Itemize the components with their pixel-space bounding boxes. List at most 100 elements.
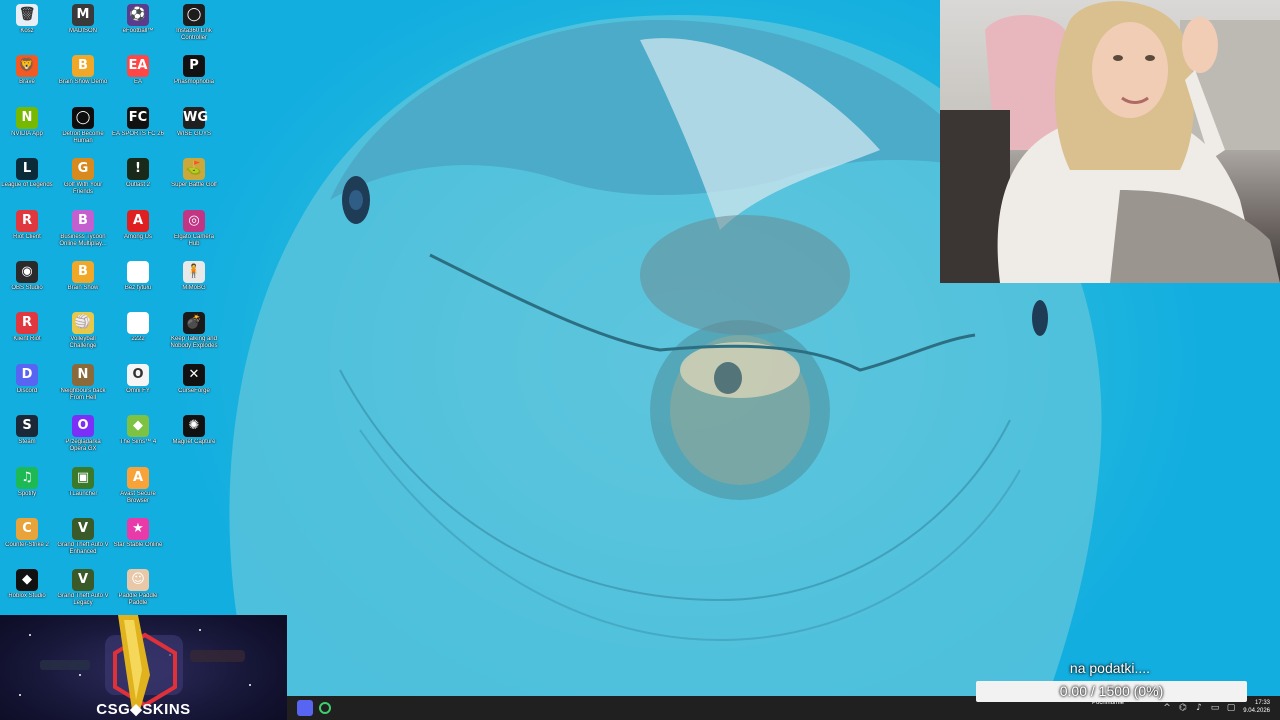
desktop-icon-label: WISE GUYS bbox=[176, 130, 211, 137]
desktop-icon[interactable]: ★ Star Stable Online bbox=[112, 516, 164, 566]
insta360-taskbar-icon[interactable] bbox=[319, 702, 331, 714]
desktop-icon-label: TLauncher bbox=[68, 490, 98, 497]
desktop-icon[interactable]: 💣 Keep Talking and Nobody Explodes bbox=[168, 310, 220, 360]
discord-icon: D bbox=[16, 363, 38, 386]
desktop-icon[interactable]: B Business Tycoon Online Multiplay... bbox=[57, 208, 109, 258]
desktop-icon[interactable]: G Golf With Your Friends bbox=[57, 156, 109, 206]
desktop-icon[interactable]: N Neighbours back From Hell bbox=[57, 362, 109, 412]
clock-date[interactable]: 9.04.2026 bbox=[1243, 708, 1270, 715]
volume-icon[interactable]: ♪ bbox=[1194, 703, 1204, 713]
desktop-icon-label: Detroit Become Human bbox=[62, 130, 104, 144]
desktop-icon[interactable]: ◯ Detroit Become Human bbox=[57, 105, 109, 155]
desktop-icon[interactable]: V Grand Theft Auto V Enhanced bbox=[57, 516, 109, 566]
desktop-icon[interactable]: 2222 bbox=[112, 310, 164, 360]
desktop-icon-label: EA bbox=[133, 79, 142, 86]
desktop-icon[interactable]: 🦁 Brave bbox=[1, 53, 53, 103]
desktop-icon[interactable]: Bez tytułu bbox=[112, 259, 164, 309]
desktop-icon[interactable]: A Among Us bbox=[112, 208, 164, 258]
desktop-icon[interactable]: B Brain Show bbox=[57, 259, 109, 309]
desktop-icon-label: EA SPORTS FC 26 bbox=[112, 130, 164, 137]
desktop-icon-label: Przeglądarka Opera GX bbox=[65, 439, 101, 453]
desktop-icon[interactable]: EA EA bbox=[112, 53, 164, 103]
network-icon[interactable]: ⌬ bbox=[1178, 703, 1188, 713]
desktop-icon[interactable]: N NVIDIA App bbox=[1, 105, 53, 155]
desktop-icon-label: OBS Studio bbox=[11, 285, 43, 291]
neighbours-icon: N bbox=[72, 363, 94, 386]
obs-studio-icon: ◉ bbox=[16, 261, 38, 283]
desktop-icon[interactable]: D Discord bbox=[1, 362, 53, 412]
desktop-icon[interactable]: P Phasmophobia bbox=[168, 53, 220, 103]
desktop-icon[interactable]: ⛳ Super Battle Golf bbox=[168, 156, 220, 206]
desktop-icon[interactable]: V Grand Theft Auto V Legacy bbox=[57, 567, 109, 617]
desktop-icon[interactable]: ◆ The Sims™ 4 bbox=[112, 413, 164, 463]
desktop-icon-label: Bez tytułu bbox=[124, 285, 152, 291]
magnet-capture-icon: ✺ bbox=[183, 415, 205, 438]
desktop-icon-label: Elgato Camera Hub bbox=[173, 233, 215, 247]
desktop-icon[interactable]: ♫ Spotify bbox=[1, 465, 53, 515]
desktop-icon[interactable]: R Riot Client bbox=[1, 208, 53, 258]
gta-v-legacy-icon: V bbox=[72, 569, 94, 592]
desktop-icon-label: Omni FY bbox=[126, 387, 150, 394]
csgoskins-ad-panel: CSG◆SKINS bbox=[0, 615, 287, 720]
csgoskins-logo: CSG◆SKINS bbox=[96, 701, 191, 718]
efootball-icon: ⚽ bbox=[127, 4, 149, 26]
desktop-icon[interactable]: O Omni FY bbox=[112, 362, 164, 412]
madison-icon: M bbox=[72, 4, 94, 26]
desktop-icon-label: Star Stable Online bbox=[113, 542, 163, 548]
ea-fc-icon: FC bbox=[127, 106, 149, 129]
desktop-icon[interactable]: ⚽ eFootball™ bbox=[112, 2, 164, 52]
desktop-icon[interactable]: B Brain Show Demo bbox=[57, 53, 109, 103]
nvidia-icon: N bbox=[16, 106, 38, 129]
desktop-icon[interactable]: ◯ Insta360 Link Controller bbox=[168, 2, 220, 52]
desktop-icon[interactable]: O Przeglądarka Opera GX bbox=[57, 413, 109, 463]
omni-fy-icon: O bbox=[127, 363, 149, 386]
desktop-icon[interactable]: ◎ Elgato Camera Hub bbox=[168, 208, 220, 258]
battery-icon[interactable]: ▭ bbox=[1210, 703, 1220, 713]
desktop-icon-label: Golf With Your Friends bbox=[63, 182, 103, 196]
donation-goal-bar: 0.00 / 1500 (0%) bbox=[976, 681, 1247, 702]
desktop-icon[interactable]: ☺ Paddle Paddle Paddle bbox=[112, 567, 164, 617]
desktop-icon[interactable]: S Steam bbox=[1, 413, 53, 463]
mimobg-icon: 🧍 bbox=[183, 261, 205, 283]
desktop-icon-label: Volleyball Challenge bbox=[69, 336, 97, 350]
clock-time[interactable]: 17:33 bbox=[1255, 700, 1270, 707]
desktop-icon[interactable]: FC EA SPORTS FC 26 bbox=[112, 105, 164, 155]
desktop-icon-label: Among Us bbox=[123, 233, 152, 240]
steam-icon: S bbox=[16, 415, 38, 438]
gta-v-enhanced-icon: V bbox=[72, 518, 94, 540]
webcam-person-image bbox=[940, 1, 1280, 283]
outlast-icon: ! bbox=[127, 158, 149, 181]
desktop-icon[interactable]: ▣ TLauncher bbox=[57, 465, 109, 515]
discord-taskbar-icon[interactable] bbox=[297, 700, 313, 716]
business-tycoon-icon: B bbox=[72, 209, 94, 232]
desktop-icon[interactable]: ✺ Magnet Capture bbox=[168, 413, 220, 463]
desktop-icon-label: Brain Show bbox=[67, 285, 99, 291]
desktop-icon-label: Paddle Paddle Paddle bbox=[118, 593, 158, 607]
desktop-icon-label: Outlast 2 bbox=[125, 182, 150, 189]
desktop-icon-label: League of Legends bbox=[1, 182, 53, 189]
opera-gx-icon: O bbox=[72, 415, 94, 438]
desktop-icon[interactable]: L League of Legends bbox=[1, 156, 53, 206]
desktop-icon[interactable]: A Avast Secure Browser bbox=[112, 465, 164, 515]
desktop-icon[interactable]: R Klient Riot bbox=[1, 310, 53, 360]
desktop-icon-label: Kosz bbox=[20, 28, 34, 34]
desktop-icon-label: Klient Riot bbox=[13, 336, 41, 343]
desktop-icon[interactable]: M MADISON bbox=[57, 2, 109, 52]
desktop-icon[interactable]: ◆ Roblox Studio bbox=[1, 567, 53, 617]
chevron-up-icon[interactable]: ^ bbox=[1162, 703, 1172, 713]
paddle-paddle-icon: ☺ bbox=[127, 569, 149, 592]
desktop-icon[interactable]: ◉ OBS Studio bbox=[1, 259, 53, 309]
desktop-icon[interactable]: WG WISE GUYS bbox=[168, 105, 220, 155]
display-icon[interactable]: ▢ bbox=[1226, 703, 1236, 713]
desktop-icon-label: The Sims™ 4 bbox=[119, 439, 157, 446]
desktop-icon[interactable]: ✕ CurseForge bbox=[168, 362, 220, 412]
desktop-icon-label: MADISON bbox=[68, 28, 97, 34]
donation-goal-text: 0.00 / 1500 (0%) bbox=[1059, 683, 1164, 699]
desktop-icon[interactable]: C Counter-Strike 2 bbox=[1, 516, 53, 566]
desktop-icon[interactable]: ! Outlast 2 bbox=[112, 156, 164, 206]
desktop-icon[interactable]: 🏐 Volleyball Challenge bbox=[57, 310, 109, 360]
desktop-icon[interactable]: 🗑 Kosz bbox=[1, 2, 53, 52]
brain-show-demo-icon: B bbox=[72, 55, 94, 78]
desktop-icon-label: Magnet Capture bbox=[172, 439, 216, 446]
desktop-icon[interactable]: 🧍 MiMoBG bbox=[168, 259, 220, 309]
